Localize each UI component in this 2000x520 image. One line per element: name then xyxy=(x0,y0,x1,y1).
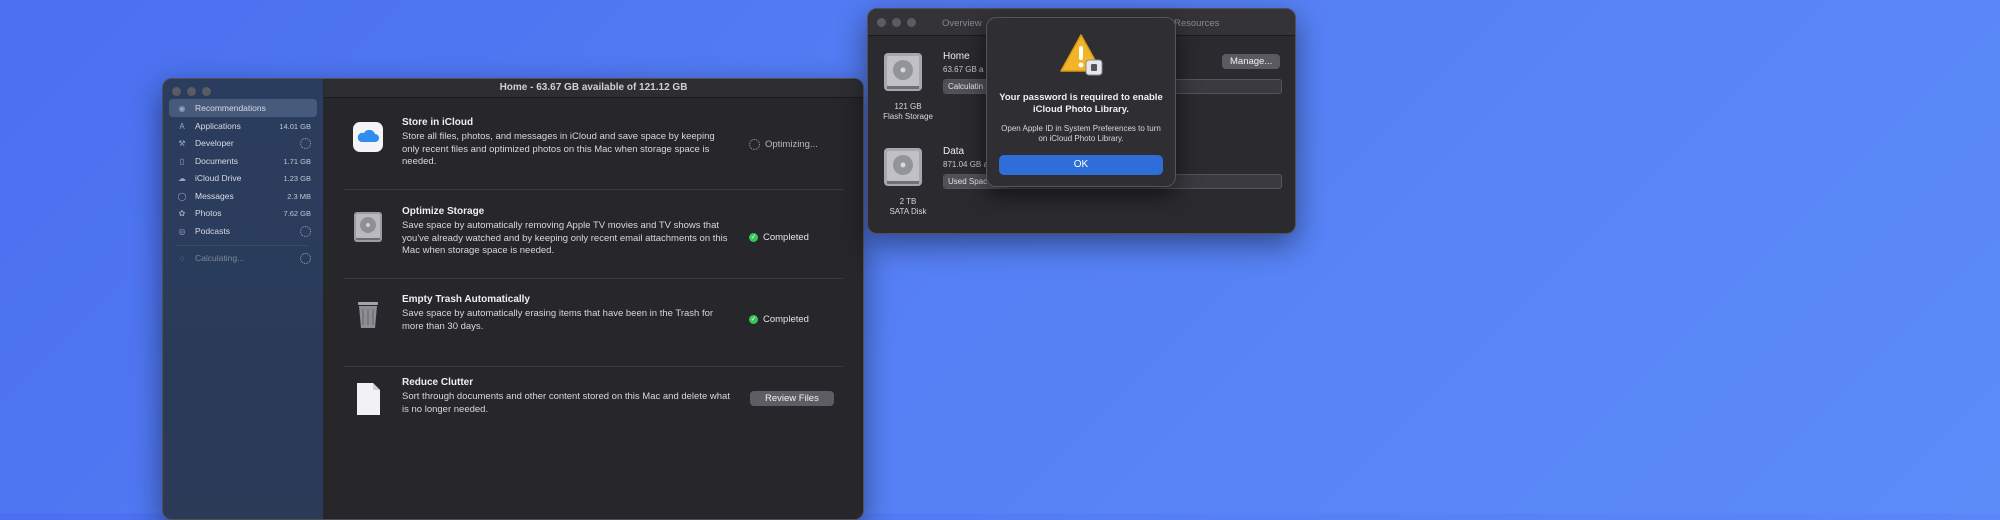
icloud-icon xyxy=(352,121,384,153)
sidebar-item-podcasts[interactable]: ◎ Podcasts xyxy=(169,222,317,240)
sidebar-item-icloud-drive[interactable]: ☁ iCloud Drive 1.23 GB xyxy=(169,169,317,187)
recommendation-optimize-storage: Optimize Storage Save space by automatic… xyxy=(344,190,843,279)
status-completed: ✓ Completed xyxy=(749,314,809,325)
drive-name: Data xyxy=(943,146,965,157)
applications-icon: A xyxy=(179,121,185,131)
window-controls xyxy=(172,87,211,96)
spinner-icon xyxy=(300,252,311,264)
minimize-button[interactable] xyxy=(892,18,901,27)
alert-title: Your password is required to enable iClo… xyxy=(999,92,1163,115)
ok-button[interactable]: OK xyxy=(999,155,1163,175)
status-optimizing: Optimizing... xyxy=(749,139,818,150)
close-button[interactable] xyxy=(877,18,886,27)
recommendations-icon: ◉ xyxy=(178,103,186,113)
checkmark-icon: ✓ xyxy=(749,315,758,324)
recommendation-empty-trash: Empty Trash Automatically Save space by … xyxy=(344,278,843,367)
warning-icon xyxy=(1058,32,1104,78)
storage-window: ◉ Recommendations A Applications 14.01 G… xyxy=(162,78,864,520)
recommendation-reduce-clutter: Reduce Clutter Sort through documents an… xyxy=(344,361,843,449)
close-button[interactable] xyxy=(172,87,181,96)
status-completed: ✓ Completed xyxy=(749,232,809,243)
recommendation-store-in-icloud: Store in iCloud Store all files, photos,… xyxy=(344,101,843,190)
hard-drive-icon xyxy=(352,210,384,242)
manage-button[interactable]: Manage... xyxy=(1222,54,1281,69)
documents-icon: ▯ xyxy=(179,156,185,166)
alert-message: Open Apple ID in System Preferences to t… xyxy=(1001,124,1161,143)
trash-icon xyxy=(352,298,384,330)
spinner-icon xyxy=(749,139,760,150)
sidebar-item-photos[interactable]: ✿ Photos 7.62 GB xyxy=(169,204,317,222)
sidebar-item-developer[interactable]: ⚒ Developer xyxy=(169,134,317,152)
photos-icon: ✿ xyxy=(178,208,186,218)
window-title: Home - 63.67 GB available of 121.12 GB xyxy=(324,79,863,98)
minimize-button[interactable] xyxy=(187,87,196,96)
sidebar-divider xyxy=(177,245,309,246)
sidebar-item-documents[interactable]: ▯ Documents 1.71 GB xyxy=(169,152,317,170)
review-files-button[interactable]: Review Files xyxy=(750,391,834,406)
drive-name: Home xyxy=(943,51,970,62)
drive-available: 871.04 GB a xyxy=(943,160,988,169)
checkmark-icon: ✓ xyxy=(749,233,758,242)
developer-icon: ⚒ xyxy=(178,138,186,148)
calculating-icon: ◌ xyxy=(179,253,185,263)
drive-icon xyxy=(882,146,932,186)
sidebar-item-calculating: ◌ Calculating... xyxy=(169,249,317,267)
zoom-button[interactable] xyxy=(202,87,211,96)
main-pane: Home - 63.67 GB available of 121.12 GB S… xyxy=(324,79,863,519)
podcasts-icon: ◎ xyxy=(178,226,186,236)
drive-icon xyxy=(882,51,932,91)
zoom-button[interactable] xyxy=(907,18,916,27)
tab-resources[interactable]: Resources xyxy=(1174,18,1219,29)
window-controls xyxy=(877,18,916,27)
document-icon xyxy=(352,381,384,415)
drive-available: 63.67 GB a xyxy=(943,65,984,74)
sidebar-item-messages[interactable]: ◯ Messages 2.3 MB xyxy=(169,187,317,205)
spinner-icon xyxy=(300,137,311,149)
tab-overview[interactable]: Overview xyxy=(942,18,982,29)
sidebar-item-applications[interactable]: A Applications 14.01 GB xyxy=(169,117,317,135)
drive-capacity-label: 2 TB SATA Disk xyxy=(889,197,927,216)
messages-icon: ◯ xyxy=(177,191,187,201)
spinner-icon xyxy=(300,225,311,237)
sidebar: ◉ Recommendations A Applications 14.01 G… xyxy=(163,79,323,519)
cloud-icon: ☁ xyxy=(178,173,186,183)
drive-capacity-label: 121 GB Flash Storage xyxy=(883,102,933,121)
password-alert-dialog: Your password is required to enable iClo… xyxy=(986,17,1176,187)
sidebar-item-recommendations[interactable]: ◉ Recommendations xyxy=(169,99,317,117)
